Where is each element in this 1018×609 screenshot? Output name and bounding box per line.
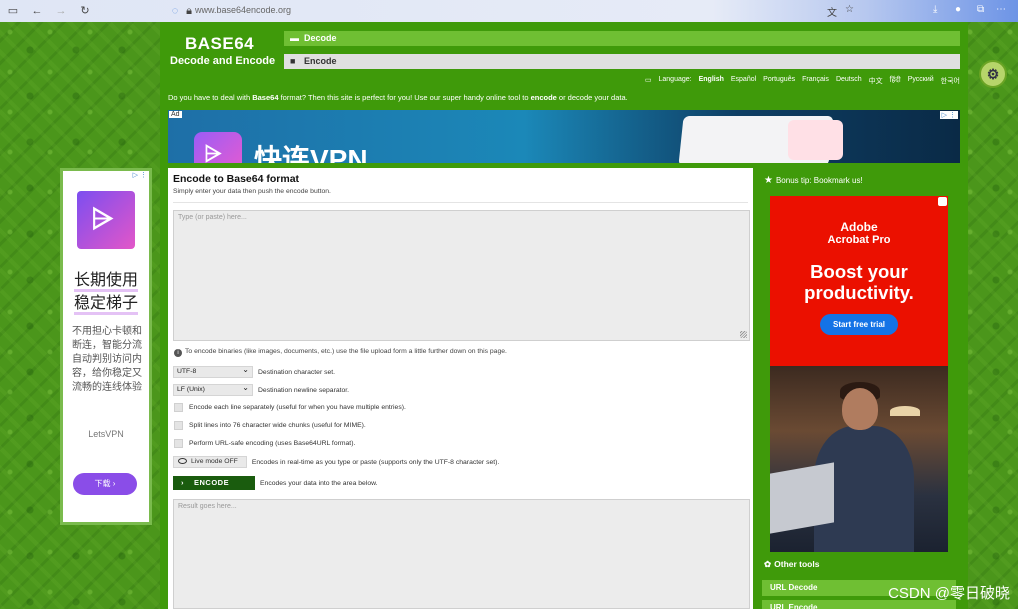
option-checkbox[interactable]: [174, 403, 183, 412]
forward-icon[interactable]: →: [54, 4, 68, 18]
shield-icon[interactable]: ◌: [168, 4, 182, 18]
browser-toolbar: ▭ ← → ↻ ◌ 🔒︎ www.base64encode.org 文 ☆ ⤓ …: [0, 0, 1018, 22]
download-icon[interactable]: ⤓: [933, 4, 937, 15]
logo-subtitle: Decode and Encode: [170, 55, 276, 67]
star-icon[interactable]: ☆: [845, 4, 854, 15]
left-ad-brand: LetsVPN: [88, 429, 124, 439]
info-icon: i: [174, 349, 182, 357]
option-label: Perform URL-safe encoding (uses Base64UR…: [189, 440, 356, 447]
star-icon: ★: [764, 175, 773, 186]
address-bar[interactable]: www.base64encode.org: [195, 5, 291, 15]
other-tools-heading: ✿ Other tools: [764, 559, 820, 569]
adobe-product: Acrobat Pro: [827, 234, 891, 246]
language-flag-icon: ▭: [644, 77, 652, 84]
newline-label: Destination newline separator.: [258, 386, 350, 394]
charset-label: Destination character set.: [258, 368, 336, 376]
language-option[interactable]: Русский: [908, 76, 934, 86]
ad-label: Ad: [169, 111, 182, 118]
language-option[interactable]: Português: [763, 76, 795, 86]
encode-description: Encodes your data into the area below.: [260, 479, 378, 487]
language-option[interactable]: हिंदी: [890, 76, 901, 86]
live-mode-label: Encodes in real-time as you type or past…: [251, 458, 500, 466]
language-option[interactable]: 한국어: [941, 76, 960, 86]
gear-icon: ✿: [764, 559, 772, 569]
input-textarea[interactable]: Type (or paste) here...: [173, 210, 750, 341]
left-vertical-ad[interactable]: ▷ ⋮ ⩥ 长期使用 稳定梯子 不用担心卡顿和断连，智能分流自动判别访问内容，给…: [60, 168, 152, 525]
language-option[interactable]: Deutsch: [836, 76, 862, 86]
language-option[interactable]: 中文: [869, 76, 883, 86]
resize-handle-icon[interactable]: [740, 331, 747, 338]
encode-row: › ENCODE Encodes your data into the area …: [173, 476, 378, 490]
encode-panel: Encode to Base64 format Simply enter you…: [168, 168, 753, 609]
page-column: BASE64 Decode and Encode ▬ Decode ■ Enco…: [160, 22, 968, 609]
panel-title: Encode to Base64 format: [173, 173, 300, 185]
reload-icon[interactable]: ↻: [78, 4, 92, 18]
adobe-brand: Adobe: [840, 220, 878, 234]
chevron-right-icon: ›: [181, 478, 184, 487]
option-checkbox[interactable]: [174, 421, 183, 430]
top-banner-ad[interactable]: Ad ⩥ 快连VPN ▷ ⋮: [168, 110, 960, 163]
profile-icon[interactable]: ●: [955, 4, 961, 15]
newline-select[interactable]: LF (Unix): [173, 383, 253, 396]
adobe-headline: Boost your productivity.: [804, 261, 914, 303]
panel-subtitle: Simply enter your data then push the enc…: [173, 188, 331, 195]
nav-decode[interactable]: ▬ Decode: [284, 31, 960, 46]
left-ad-headline: 长期使用 稳定梯子: [63, 269, 149, 315]
charset-select[interactable]: UTF-8: [173, 365, 253, 378]
option-label: Encode each line separately (useful for …: [189, 404, 406, 411]
tagline: Do you have to deal with Base64 format? …: [168, 93, 628, 102]
extensions-icon[interactable]: ⧉: [977, 4, 984, 15]
newline-row: LF (Unix) Destination newline separator.: [173, 383, 350, 396]
live-mode-row: Live mode OFF Encodes in real-time as yo…: [173, 456, 499, 468]
sidebar-icon[interactable]: ▭: [6, 4, 20, 18]
folder-open-icon: ▬: [290, 33, 299, 43]
option-label: Split lines into 76 character wide chunk…: [189, 422, 366, 429]
csdn-watermark: CSDN @零日破晓: [888, 585, 1010, 602]
ad-choices-icon[interactable]: ▷ ⋮: [133, 171, 147, 179]
language-option[interactable]: Français: [802, 76, 829, 86]
language-option[interactable]: Español: [731, 76, 756, 86]
app-card-image: [788, 120, 843, 160]
ad-choices-icon[interactable]: [938, 197, 947, 206]
live-mode-toggle[interactable]: Live mode OFF: [173, 456, 247, 468]
option-checkbox[interactable]: [174, 439, 183, 448]
vpn-logo-icon: ⩥: [194, 132, 242, 163]
charset-row: UTF-8 Destination character set.: [173, 365, 336, 378]
language-english[interactable]: English: [699, 76, 724, 86]
encode-button[interactable]: › ENCODE: [173, 476, 255, 490]
bonus-tip: ★ Bonus tip: Bookmark us!: [764, 175, 863, 186]
start-trial-button[interactable]: Start free trial: [819, 314, 899, 335]
ad-photo-man-laptop: [770, 366, 948, 552]
menu-icon[interactable]: ⋯: [996, 4, 1006, 15]
top-ad-brand-text: 快连VPN: [254, 144, 368, 163]
lock-icon[interactable]: 🔒︎: [182, 4, 196, 18]
adobe-ad[interactable]: Adobe Acrobat Pro Boost your productivity…: [770, 196, 948, 366]
option-row: Perform URL-safe encoding (uses Base64UR…: [173, 439, 355, 448]
option-row: Split lines into 76 character wide chunk…: [173, 421, 366, 430]
extension-badge-icon[interactable]: ⚙: [979, 60, 1007, 88]
left-ad-body: 不用担心卡顿和断连，智能分流自动判别访问内容，给你稳定又流畅的连线体验: [72, 326, 142, 393]
back-icon[interactable]: ←: [30, 4, 44, 18]
eye-icon: [178, 458, 187, 464]
folder-icon: ■: [290, 56, 296, 66]
language-prefix: Language:: [658, 76, 692, 83]
result-textarea[interactable]: Result goes here...: [173, 499, 750, 609]
nav-encode[interactable]: ■ Encode: [284, 54, 960, 69]
logo-title[interactable]: BASE64: [185, 34, 254, 54]
binary-info-note: i To encode binaries (like images, docume…: [174, 348, 507, 357]
divider: [173, 202, 748, 203]
ad-choices-icon[interactable]: ▷ ⋮: [939, 111, 958, 119]
left-ad-download-button[interactable]: 下载 ›: [73, 473, 137, 495]
vpn-logo-icon: ⩥: [77, 191, 135, 249]
language-bar: ▭ Language: English Español Português Fr…: [645, 76, 960, 86]
translate-icon[interactable]: 文: [827, 4, 837, 19]
option-row: Encode each line separately (useful for …: [173, 403, 406, 412]
